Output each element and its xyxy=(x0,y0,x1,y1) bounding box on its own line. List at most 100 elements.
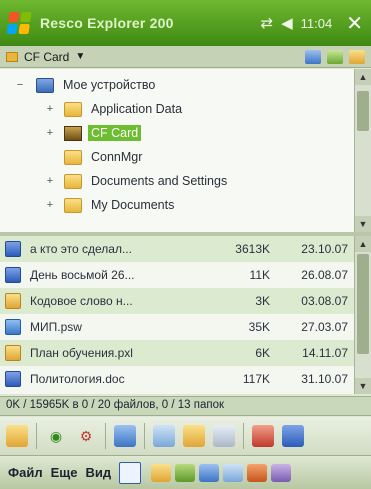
device-icon xyxy=(36,77,54,93)
menu-file[interactable]: Файл xyxy=(8,465,43,480)
tree-item-label: CF Card xyxy=(88,125,142,141)
file-row[interactable]: МИП.psw 35K 27.03.07 xyxy=(0,314,354,340)
scroll-up-icon[interactable]: ▲ xyxy=(355,236,371,252)
scroll-down-icon[interactable]: ▼ xyxy=(355,378,371,394)
folder-view-icon[interactable] xyxy=(305,49,321,64)
move-icon[interactable] xyxy=(183,425,205,447)
pocket-pc-screen: Resco Explorer 200 ⇄ ◀ 11:04 ✕ CF Card ▼… xyxy=(0,0,371,489)
windows-start-icon[interactable] xyxy=(6,12,32,34)
properties-icon[interactable] xyxy=(282,425,304,447)
folder-icon xyxy=(64,173,82,189)
cut-icon[interactable] xyxy=(175,463,196,482)
tree-item-selected[interactable]: + CF Card xyxy=(0,121,354,145)
folder-tree: − Мое устройство + Application Data + CF… xyxy=(0,69,354,232)
new-folder-icon[interactable] xyxy=(6,425,28,447)
tree-item-label: Documents and Settings xyxy=(91,174,228,188)
menu-more[interactable]: Еще xyxy=(51,465,78,480)
file-date: 27.03.07 xyxy=(301,320,348,334)
scroll-down-icon[interactable]: ▼ xyxy=(355,216,371,232)
file-size: 117K xyxy=(242,372,270,386)
status-bar: 0K / 15965K в 0 / 20 файлов, 0 / 13 папо… xyxy=(0,396,371,416)
file-date: 26.08.07 xyxy=(301,268,348,282)
expand-icon[interactable]: + xyxy=(44,103,56,115)
speaker-icon[interactable]: ◀ xyxy=(281,14,293,32)
file-name: Политология.doc xyxy=(30,372,125,386)
tree-item[interactable]: + My Documents xyxy=(0,193,354,217)
toolbar-separator xyxy=(144,423,145,449)
file-name: День восьмой 26... xyxy=(30,268,135,282)
file-list: а кто это сделал... 3613K 23.10.07 День … xyxy=(0,236,354,394)
clock[interactable]: 11:04 xyxy=(301,16,333,31)
toolbar-separator xyxy=(243,423,244,449)
tree-item-label: Мое устройство xyxy=(63,78,156,92)
tree-item[interactable]: − Мое устройство xyxy=(0,73,354,97)
tree-scrollbar[interactable]: ▲ ▼ xyxy=(354,69,371,232)
file-size: 6K xyxy=(255,346,270,360)
file-size: 3K xyxy=(255,294,270,308)
doc-icon xyxy=(5,267,21,283)
file-name: МИП.psw xyxy=(30,320,82,334)
file-row[interactable]: План обучения.pxl 6K 14.11.07 xyxy=(0,340,354,366)
paste-icon[interactable] xyxy=(223,463,244,482)
toolbar-separator xyxy=(105,423,106,449)
location-bar: CF Card ▼ xyxy=(0,46,371,68)
rename-icon[interactable] xyxy=(213,425,235,447)
file-row[interactable]: Кодовое слово н... 3K 03.08.07 xyxy=(0,288,354,314)
expand-icon[interactable]: + xyxy=(44,127,56,139)
folder-icon xyxy=(5,293,21,309)
location-label[interactable]: CF Card xyxy=(24,50,69,64)
copy-icon[interactable] xyxy=(114,425,136,447)
file-size: 11K xyxy=(249,268,270,282)
chevron-down-icon[interactable]: ▼ xyxy=(75,51,85,62)
favorites-icon[interactable] xyxy=(327,49,343,64)
scroll-thumb[interactable] xyxy=(357,91,369,131)
scroll-up-icon[interactable]: ▲ xyxy=(355,69,371,85)
storage-card-icon xyxy=(6,51,18,62)
delete-icon[interactable] xyxy=(252,425,274,447)
menu-view[interactable]: Вид xyxy=(85,465,111,480)
file-name: а кто это сделал... xyxy=(30,242,132,256)
expand-icon[interactable]: + xyxy=(44,175,56,187)
connectivity-arrows-icon[interactable]: ⇄ xyxy=(261,14,274,32)
more-icon[interactable] xyxy=(271,463,292,482)
file-size: 3613K xyxy=(235,242,270,256)
storage-card-icon xyxy=(64,125,82,141)
file-list-scrollbar[interactable]: ▲ ▼ xyxy=(354,236,371,394)
keyboard-icon[interactable] xyxy=(119,461,142,484)
folder-icon xyxy=(64,197,82,213)
folder-icon xyxy=(64,149,82,165)
tree-item[interactable]: + Documents and Settings xyxy=(0,169,354,193)
copy-icon[interactable] xyxy=(199,463,220,482)
folder-icon xyxy=(5,345,21,361)
settings-icon[interactable]: ⚙ xyxy=(75,425,97,447)
file-date: 14.11.07 xyxy=(302,346,348,360)
refresh-icon[interactable]: ◉ xyxy=(45,425,67,447)
collapse-icon[interactable]: − xyxy=(14,79,26,91)
toolbar-separator xyxy=(36,423,37,449)
file-name: Кодовое слово н... xyxy=(30,294,133,308)
doc-icon xyxy=(5,371,21,387)
tree-item-label: My Documents xyxy=(91,198,175,212)
title-bar: Resco Explorer 200 ⇄ ◀ 11:04 ✕ xyxy=(0,0,371,46)
file-name: План обучения.pxl xyxy=(30,346,133,360)
file-date: 31.10.07 xyxy=(301,372,348,386)
send-icon[interactable] xyxy=(247,463,268,482)
close-button[interactable]: ✕ xyxy=(346,11,363,36)
paste-icon[interactable] xyxy=(153,425,175,447)
folder-up-icon[interactable] xyxy=(151,463,172,482)
doc-icon xyxy=(5,241,21,257)
expand-icon[interactable]: + xyxy=(44,199,56,211)
toolbar: ◉ ⚙ xyxy=(0,417,371,455)
file-row[interactable]: а кто это сделал... 3613K 23.10.07 xyxy=(0,236,354,262)
app-title: Resco Explorer 200 xyxy=(40,15,174,31)
file-date: 23.10.07 xyxy=(301,242,348,256)
scroll-thumb[interactable] xyxy=(357,254,369,354)
tree-item[interactable]: ConnMgr xyxy=(0,145,354,169)
tree-item[interactable]: + Application Data xyxy=(0,97,354,121)
file-row[interactable]: День восьмой 26... 11K 26.08.07 xyxy=(0,262,354,288)
file-date: 03.08.07 xyxy=(301,294,348,308)
folder-menu-icon[interactable] xyxy=(349,49,365,64)
tree-item-label: Application Data xyxy=(91,102,183,116)
tree-item-label: ConnMgr xyxy=(91,150,143,164)
file-row[interactable]: Политология.doc 117K 31.10.07 xyxy=(0,366,354,392)
